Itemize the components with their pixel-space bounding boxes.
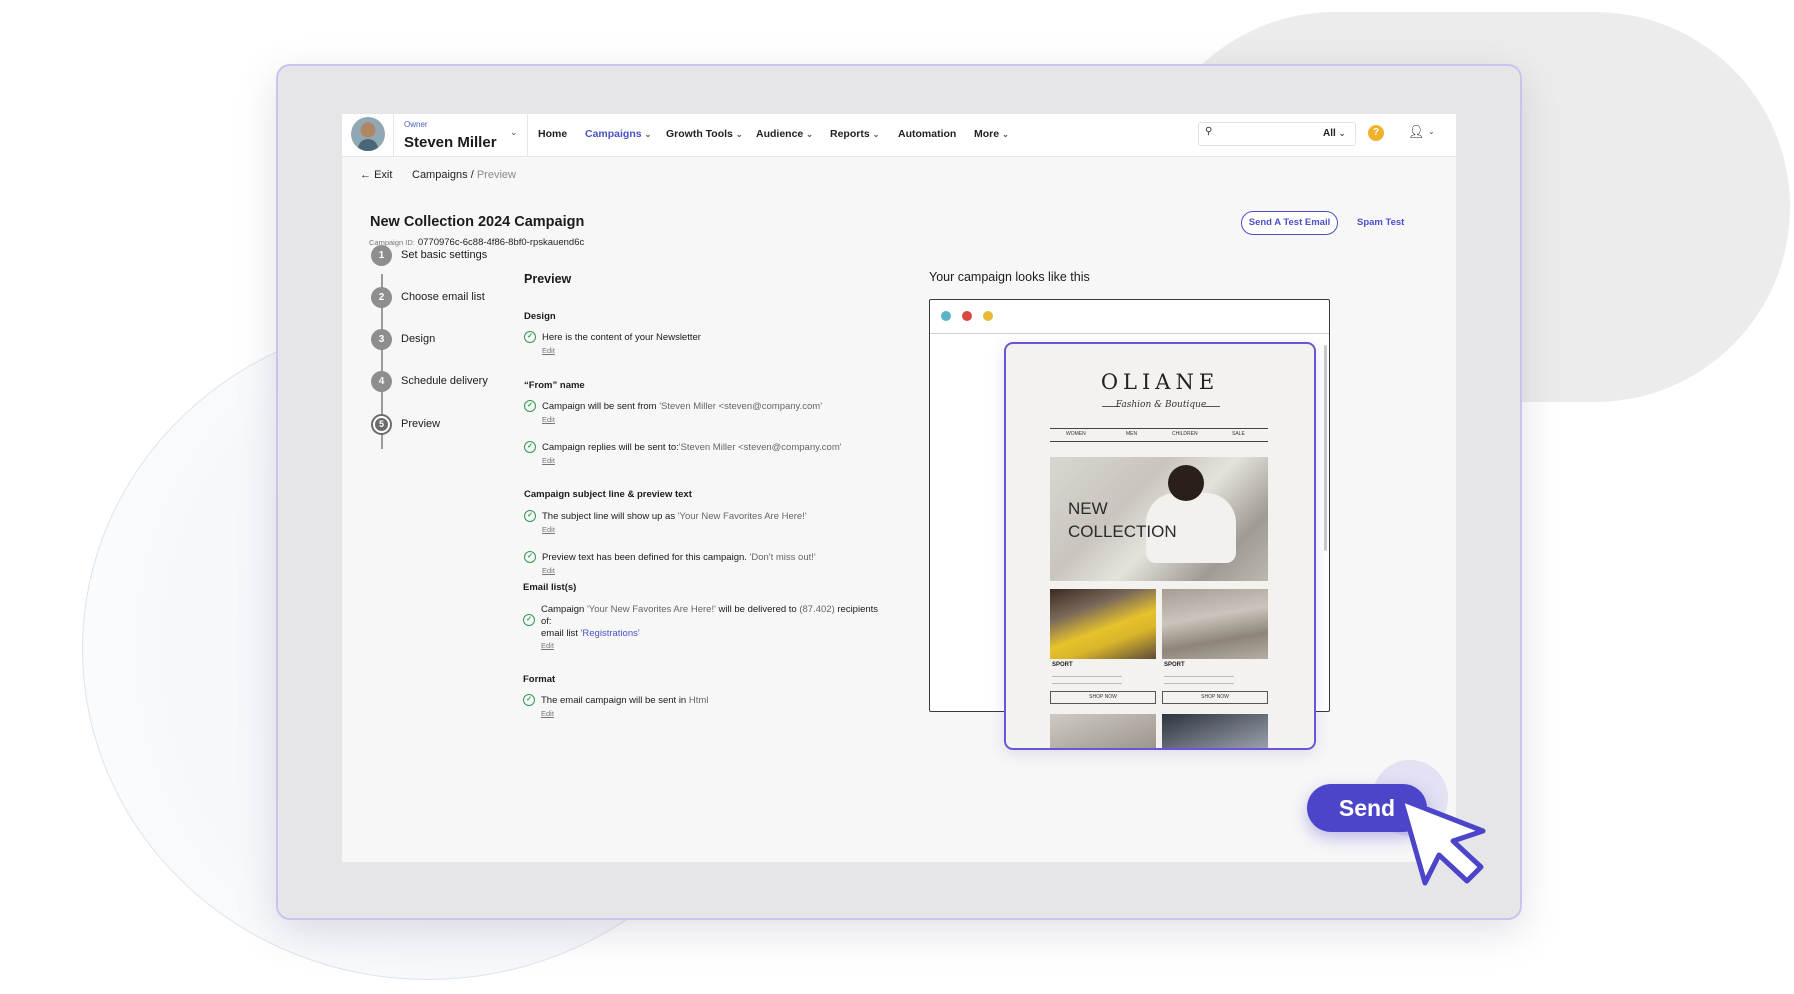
product-image [1162, 589, 1268, 659]
nav-more[interactable]: More ⌄ [974, 128, 1009, 140]
page-title: New Collection 2024 Campaign [370, 214, 585, 230]
top-navigation-bar: Owner Steven Miller ⌄ Home Campaigns ⌄ Gr… [342, 114, 1456, 157]
product-label: SPORT [1164, 662, 1185, 668]
email-menu-item: MEN [1126, 431, 1138, 437]
spam-test-button[interactable]: Spam Test [1357, 217, 1404, 228]
product-description [1052, 676, 1122, 684]
chevron-down-icon: ⌄ [806, 130, 813, 139]
chevron-down-icon: ⌄ [735, 130, 743, 139]
chevron-down-icon: ⌄ [872, 130, 880, 139]
brand-tagline: Fashion & Boutique [1115, 400, 1207, 410]
product-label: SPORT [1052, 662, 1073, 668]
check-icon: ✓ [524, 510, 536, 522]
email-menu-item: SALE [1232, 431, 1245, 437]
scrollbar[interactable] [1324, 345, 1327, 551]
email-menu-item: WOMEN [1066, 431, 1086, 437]
email-preview-card[interactable]: OLIANE Fashion & Boutique WOMEN MEN CHIL… [1004, 342, 1316, 750]
check-icon: ✓ [523, 614, 535, 626]
campaign-id: Campaign ID: 0770976c-6c88-4f86-8bf0-rpsk… [369, 237, 585, 248]
shop-now-button: SHOP NOW [1050, 691, 1156, 704]
subject-item: The subject line will show up as 'Your N… [542, 511, 807, 522]
product-image [1050, 714, 1156, 748]
shop-now-button: SHOP NOW [1162, 691, 1268, 704]
email-menu-item: CHILDREN [1172, 431, 1198, 437]
preview-panel-heading: Your campaign looks like this [929, 270, 1090, 284]
section-subject-heading: Campaign subject line & preview text [524, 489, 692, 500]
check-icon: ✓ [524, 331, 536, 343]
owner-label: Owner [404, 120, 428, 129]
design-item: Here is the content of your Newsletter [542, 332, 701, 343]
search-icon: ⚲ [1205, 126, 1213, 137]
window-dot-icon [962, 311, 972, 321]
check-icon: ✓ [524, 441, 536, 453]
preview-heading: Preview [524, 272, 572, 286]
user-icon[interactable]: 👤︎ [1408, 124, 1425, 140]
edit-link[interactable]: Edit [542, 525, 555, 534]
divider [393, 114, 394, 156]
edit-link[interactable]: Edit [542, 456, 555, 465]
divider [527, 114, 528, 156]
edit-link[interactable]: Edit [542, 566, 555, 575]
nav-audience[interactable]: Audience ⌄ [756, 128, 813, 140]
nav-campaigns[interactable]: Campaigns ⌄ [585, 128, 651, 140]
cursor-icon [1398, 796, 1486, 886]
email-list-item-line1: Campaign 'Your New Favorites Are Here!' … [541, 604, 879, 615]
breadcrumb-campaigns[interactable]: Campaigns [412, 169, 468, 181]
check-icon: ✓ [524, 551, 536, 563]
preview-text-item: Preview text has been defined for this c… [542, 552, 816, 563]
section-design-heading: Design [524, 311, 556, 322]
send-test-email-button[interactable]: Send A Test Email [1241, 211, 1338, 235]
section-format-heading: Format [523, 674, 556, 685]
search-input[interactable]: ⚲ All ⌄ [1198, 122, 1356, 146]
owner-name[interactable]: Steven Miller [404, 134, 497, 151]
hero-image: NEW COLLECTION [1050, 457, 1268, 581]
check-icon: ✓ [523, 694, 535, 706]
section-email-lists-heading: Email list(s) [523, 582, 577, 593]
window-dot-icon [941, 311, 951, 321]
nav-home[interactable]: Home [538, 128, 567, 140]
format-item: The email campaign will be sent in Html [541, 695, 709, 706]
edit-link[interactable]: Edit [541, 709, 554, 718]
check-icon: ✓ [524, 400, 536, 412]
nav-reports[interactable]: Reports ⌄ [830, 128, 879, 140]
divider [1202, 406, 1220, 407]
section-from-heading: “From” name [524, 380, 585, 391]
help-icon[interactable]: ? [1368, 125, 1384, 141]
chevron-down-icon[interactable]: ⌄ [1428, 127, 1435, 136]
email-list-item-line2: email list 'Registrations' [541, 628, 640, 639]
brand-logo: OLIANE [1100, 370, 1220, 394]
breadcrumb-current: Preview [476, 169, 516, 181]
nav-growth-tools[interactable]: Growth Tools ⌄ [666, 128, 743, 140]
edit-link[interactable]: Edit [541, 641, 554, 650]
avatar[interactable] [351, 117, 385, 151]
search-filter-select[interactable]: All ⌄ [1323, 128, 1345, 139]
product-image [1050, 589, 1156, 659]
nav-automation[interactable]: Automation [898, 128, 956, 140]
chevron-down-icon: ⌄ [644, 130, 652, 139]
edit-link[interactable]: Edit [542, 346, 555, 355]
breadcrumb-trail: Campaigns / Preview [412, 169, 516, 181]
browser-titlebar [930, 300, 1329, 334]
product-image [1162, 714, 1268, 748]
product-description [1164, 676, 1234, 684]
hero-text: NEW COLLECTION [1068, 499, 1177, 541]
exit-button[interactable]: ← Exit [360, 169, 392, 181]
chevron-down-icon: ⌄ [1002, 130, 1009, 139]
from-item: Campaign will be sent from 'Steven Mille… [542, 401, 823, 412]
replies-item: Campaign replies will be sent to:'Steven… [542, 442, 842, 453]
chevron-down-icon[interactable]: ⌄ [510, 127, 518, 138]
window-dot-icon [983, 311, 993, 321]
email-list-item-of: of: [541, 616, 552, 627]
edit-link[interactable]: Edit [542, 415, 555, 424]
email-menu: WOMEN MEN CHILDREN SALE [1050, 428, 1268, 442]
